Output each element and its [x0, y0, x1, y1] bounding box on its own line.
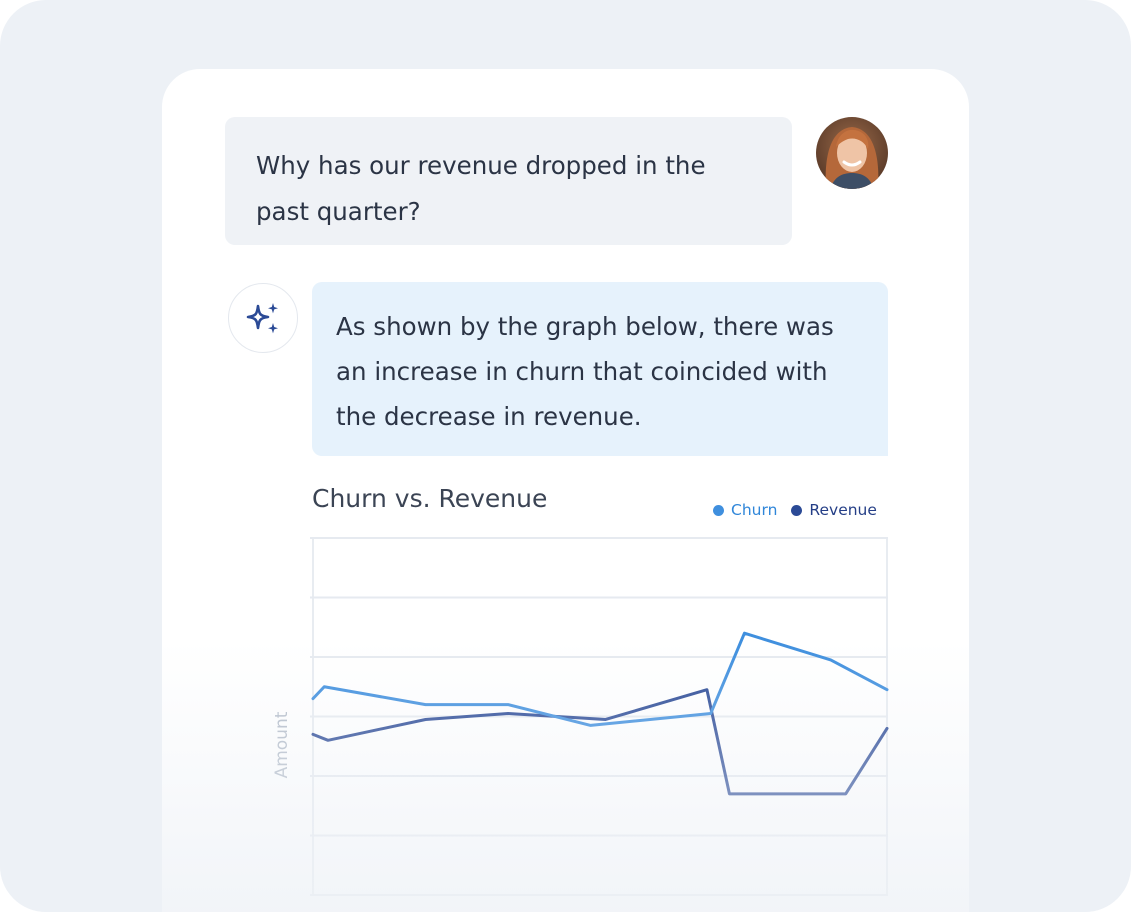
line-chart [310, 537, 889, 896]
series-line-revenue [311, 688, 889, 796]
chart-grid [310, 537, 888, 896]
app-background: Why has our revenue dropped in the past … [0, 0, 1131, 912]
y-axis-label: Amount [272, 711, 292, 779]
series-line-churn [311, 631, 889, 727]
